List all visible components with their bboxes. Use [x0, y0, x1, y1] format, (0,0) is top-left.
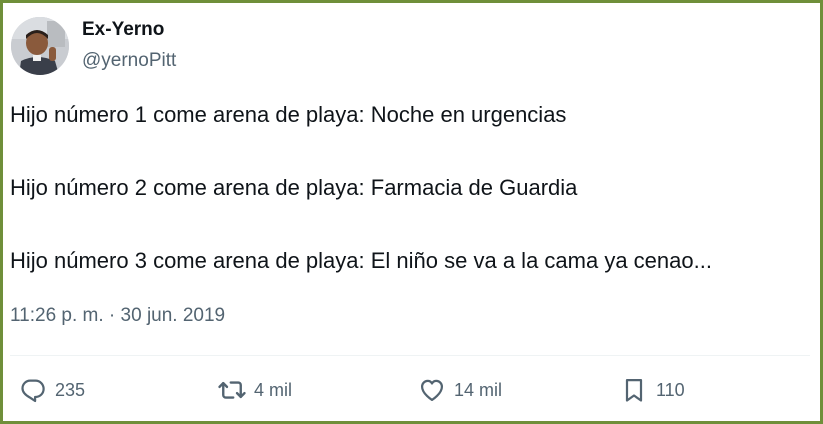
reply-count: 235 — [55, 379, 86, 400]
tweet-card: Ex-Yerno @yernoPitt Hijo número 1 come a… — [0, 0, 823, 424]
user-handle[interactable]: @yernoPitt — [82, 50, 176, 72]
display-name[interactable]: Ex-Yerno — [82, 19, 164, 41]
tweet-text-line-2: Hijo número 2 come arena de playa: Farma… — [10, 175, 578, 200]
avatar[interactable] — [11, 17, 69, 75]
avatar-image — [11, 17, 69, 75]
bookmark-button[interactable]: 110 — [619, 373, 685, 407]
tweet-text-line-1: Hijo número 1 come arena de playa: Noche… — [10, 102, 567, 127]
tweet-text-line-3: Hijo número 3 come arena de playa: El ni… — [10, 248, 712, 273]
reply-icon — [18, 375, 48, 405]
like-count: 14 mil — [454, 379, 503, 400]
retweet-button[interactable]: 4 mil — [217, 373, 292, 407]
divider — [10, 355, 810, 356]
heart-icon — [417, 375, 447, 405]
bookmark-count: 110 — [656, 379, 685, 400]
reply-button[interactable]: 235 — [18, 373, 85, 407]
retweet-icon — [217, 375, 247, 405]
bookmark-icon — [619, 375, 649, 405]
like-button[interactable]: 14 mil — [417, 373, 502, 407]
tweet-timestamp[interactable]: 11:26 p. m. · 30 jun. 2019 — [10, 305, 225, 327]
retweet-count: 4 mil — [254, 379, 293, 400]
